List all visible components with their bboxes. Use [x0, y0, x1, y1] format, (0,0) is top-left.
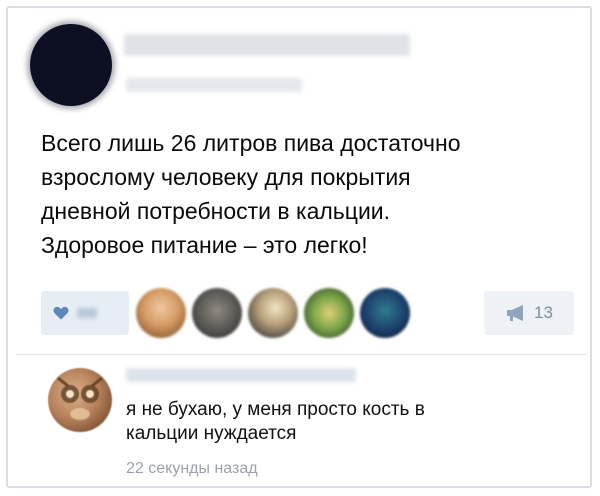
- heart-icon: [53, 306, 69, 320]
- comment-text-line: кальции нуждается: [126, 423, 297, 444]
- post-text-line: Здоровое питание – это легко!: [41, 232, 368, 258]
- liker-avatar[interactable]: [136, 288, 186, 338]
- like-button[interactable]: [41, 291, 129, 335]
- commenter-avatar[interactable]: [48, 368, 112, 432]
- liker-avatar[interactable]: [360, 288, 410, 338]
- post-time-blurred[interactable]: [126, 78, 302, 92]
- megaphone-icon: [507, 305, 524, 321]
- liker-avatar[interactable]: [192, 288, 242, 338]
- comment-text: я не бухаю, у меня просто кость в кальци…: [126, 398, 566, 446]
- comment-timestamp[interactable]: 22 секунды назад: [126, 460, 258, 478]
- like-count-blurred: [77, 308, 97, 318]
- share-count: 13: [534, 303, 553, 322]
- post-card: Всего лишь 26 литров пива достаточно взр…: [6, 6, 592, 488]
- post-text-line: Всего лишь 26 литров пива достаточно: [41, 130, 461, 156]
- commenter-name-blurred[interactable]: [126, 368, 356, 382]
- post-text-line: взрослому человеку для покрытия: [41, 164, 411, 190]
- cat-face-icon: [57, 376, 103, 420]
- post-text-line: дневной потребности в кальции.: [41, 198, 391, 224]
- share-button[interactable]: 13: [484, 291, 574, 335]
- author-name-blurred[interactable]: [124, 34, 410, 56]
- divider: [16, 354, 586, 355]
- comment-text-line: я не бухаю, у меня просто кость в: [126, 399, 425, 420]
- liker-avatar[interactable]: [304, 288, 354, 338]
- author-avatar[interactable]: [30, 24, 112, 106]
- liker-avatar[interactable]: [248, 288, 298, 338]
- post-text: Всего лишь 26 литров пива достаточно взр…: [41, 126, 541, 262]
